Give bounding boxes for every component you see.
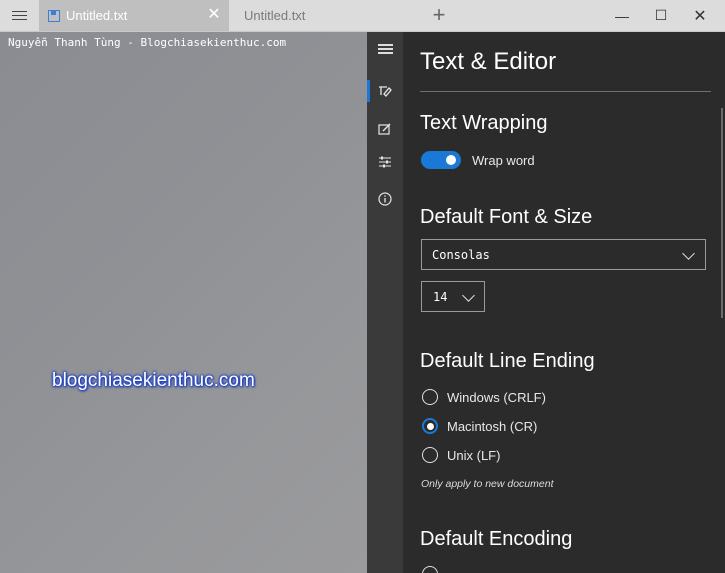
add-tab-icon[interactable]: + xyxy=(429,4,449,26)
chevron-down-icon xyxy=(682,246,695,260)
minimize-icon[interactable]: — xyxy=(605,0,639,31)
font-size-heading: Default Font & Size xyxy=(420,206,593,228)
settings-nav-rail xyxy=(367,32,403,573)
font-size-value: 14 xyxy=(433,289,448,304)
text-editor-icon[interactable] xyxy=(367,76,403,106)
encoding-heading: Default Encoding xyxy=(420,528,573,550)
wrap-word-toggle[interactable] xyxy=(421,151,461,169)
font-size-dropdown[interactable]: 14 xyxy=(421,281,485,312)
radio-unix-lf[interactable] xyxy=(422,447,438,463)
text-wrapping-heading: Text Wrapping xyxy=(420,112,548,134)
radio-windows-crlf[interactable] xyxy=(422,389,438,405)
page-title: Text & Editor xyxy=(420,48,557,75)
save-file-icon xyxy=(48,9,60,22)
tab-label: Untitled.txt xyxy=(66,8,128,23)
wrap-word-label: Wrap word xyxy=(472,153,535,168)
title-bar: Untitled.txt ✕ Untitled.txt + — ☐ ✕ xyxy=(0,0,725,32)
app-menu-button[interactable] xyxy=(0,0,38,31)
text-editor[interactable]: Nguyễn Thanh Tùng - Blogchiasekienthuc.c… xyxy=(0,32,367,573)
font-family-dropdown[interactable]: Consolas xyxy=(421,239,706,270)
chevron-down-icon xyxy=(462,288,475,302)
tab-untitled-active[interactable]: Untitled.txt ✕ xyxy=(39,0,229,31)
settings-menu-button[interactable] xyxy=(367,34,403,64)
scrollbar[interactable] xyxy=(721,108,723,318)
radio-encoding-partial[interactable] xyxy=(422,566,438,573)
advanced-settings-icon[interactable] xyxy=(367,147,403,177)
watermark: blogchiasekienthuc.com xyxy=(52,370,255,391)
tab-untitled-inactive[interactable]: Untitled.txt xyxy=(229,0,419,31)
maximize-icon[interactable]: ☐ xyxy=(644,0,678,31)
line-ending-heading: Default Line Ending xyxy=(420,350,595,372)
tab-label: Untitled.txt xyxy=(244,8,306,23)
about-info-icon[interactable] xyxy=(367,184,403,214)
line-ending-note: Only apply to new document xyxy=(421,478,554,490)
close-icon[interactable]: ✕ xyxy=(207,7,221,23)
hamburger-icon xyxy=(377,44,393,54)
hamburger-icon xyxy=(11,10,27,21)
settings-panel: Text & Editor Text Wrapping Wrap word De… xyxy=(403,32,725,573)
editor-content: Nguyễn Thanh Tùng - Blogchiasekienthuc.c… xyxy=(8,36,287,49)
font-family-value: Consolas xyxy=(432,247,490,262)
personalization-icon[interactable] xyxy=(367,114,403,144)
window-close-icon[interactable]: ✕ xyxy=(683,0,717,31)
radio-macintosh-label: Macintosh (CR) xyxy=(447,419,538,434)
divider xyxy=(420,91,711,92)
radio-macintosh-cr[interactable] xyxy=(422,418,438,434)
radio-unix-label: Unix (LF) xyxy=(447,448,501,463)
radio-windows-label: Windows (CRLF) xyxy=(447,390,546,405)
